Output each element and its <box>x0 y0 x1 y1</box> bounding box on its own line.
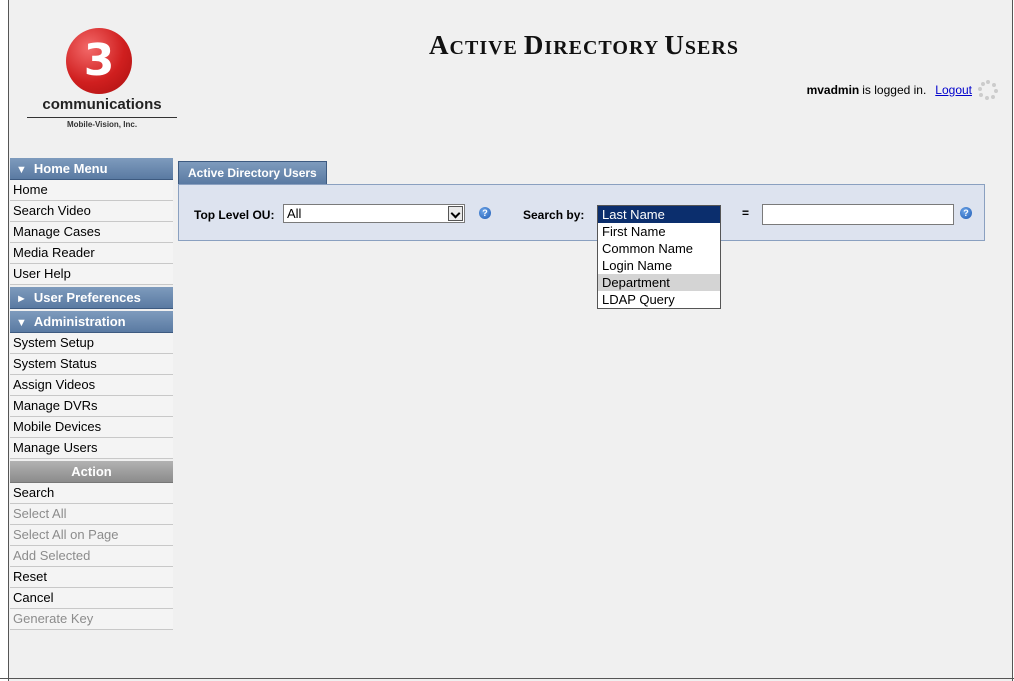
logo-company-name: communications <box>42 96 162 113</box>
equals-sign: = <box>742 206 750 220</box>
home-menu-label: Home Menu <box>33 161 108 176</box>
collapse-triangle-icon: ▼ <box>16 317 27 329</box>
search-by-option-department[interactable]: Department <box>598 274 720 291</box>
home-menu-items: Home Search Video Manage Cases Media Reader… <box>10 180 173 285</box>
title-part-big: U <box>664 30 685 60</box>
action-item-select-all-on-page: Select All on Page <box>10 525 173 546</box>
action-menu-items: Search Select All Select All on Page Add Se… <box>10 483 173 630</box>
title-part-small: SERS <box>684 37 739 59</box>
search-by-option-ldap-query[interactable]: LDAP Query <box>598 291 720 308</box>
action-item-add-selected: Add Selected <box>10 546 173 567</box>
search-by-option-common-name[interactable]: Common Name <box>598 240 720 257</box>
search-by-option-last-name[interactable]: Last Name <box>598 206 720 223</box>
sidebar-item-mobile-devices[interactable]: Mobile Devices <box>10 417 173 438</box>
search-by-option-login-name[interactable]: Login Name <box>598 257 720 274</box>
action-item-search[interactable]: Search <box>10 483 173 504</box>
chevron-down-icon[interactable] <box>448 206 463 221</box>
sidebar-item-system-status[interactable]: System Status <box>10 354 173 375</box>
top-level-ou-label: Top Level OU: <box>194 208 275 222</box>
administration-header[interactable]: ▼ Administration <box>10 311 173 333</box>
logo-divider <box>27 117 177 118</box>
sidebar-item-system-setup[interactable]: System Setup <box>10 333 173 354</box>
search-panel: Top Level OU: All ? Search by: = ? <box>178 184 985 241</box>
app-frame: 3 communications Mobile-Vision, Inc. ACT… <box>8 0 1013 681</box>
sidebar-item-media-reader[interactable]: Media Reader <box>10 243 173 264</box>
company-logo: 3 communications Mobile-Vision, Inc. <box>27 28 177 146</box>
title-part-big: D <box>523 30 545 60</box>
search-by-label: Search by: <box>523 208 585 222</box>
administration-menu-items: System Setup System Status Assign Videos Ma… <box>10 333 173 459</box>
search-by-option-first-name[interactable]: First Name <box>598 223 720 240</box>
logo-mark-text: 3 <box>83 35 115 86</box>
action-item-select-all: Select All <box>10 504 173 525</box>
collapse-triangle-icon: ▼ <box>16 164 27 176</box>
expand-triangle-icon: ► <box>16 293 27 305</box>
login-status: mvadmin is logged in. Logout <box>807 80 998 100</box>
tab-active-directory-users[interactable]: Active Directory Users <box>178 161 327 184</box>
search-value-input[interactable] <box>762 204 954 225</box>
title-part-big: A <box>429 30 450 60</box>
help-icon[interactable]: ? <box>479 207 491 219</box>
top-level-ou-value: All <box>287 206 302 221</box>
action-item-cancel[interactable]: Cancel <box>10 588 173 609</box>
sidebar-item-search-video[interactable]: Search Video <box>10 201 173 222</box>
title-part-small: IRECTORY <box>544 37 665 59</box>
logo-subtitle: Mobile-Vision, Inc. <box>66 120 138 129</box>
bottom-border <box>0 678 1014 679</box>
sidebar-item-manage-dvrs[interactable]: Manage DVRs <box>10 396 173 417</box>
title-part-small: CTIVE <box>449 37 524 59</box>
administration-label: Administration <box>33 314 126 329</box>
action-item-reset[interactable]: Reset <box>10 567 173 588</box>
home-menu-header[interactable]: ▼ Home Menu <box>10 158 173 180</box>
logged-in-user: mvadmin <box>806 83 860 97</box>
logged-in-text: is logged in. <box>862 83 927 97</box>
sidebar-item-assign-videos[interactable]: Assign Videos <box>10 375 173 396</box>
loading-spinner-icon <box>978 80 998 100</box>
logout-link[interactable]: Logout <box>935 83 972 97</box>
help-icon[interactable]: ? <box>960 207 972 219</box>
logo-mark: 3 <box>66 28 132 94</box>
sidebar-item-user-help[interactable]: User Help <box>10 264 173 285</box>
page-title: ACTIVE DIRECTORY USERS <box>364 30 804 61</box>
sidebar-item-home[interactable]: Home <box>10 180 173 201</box>
sidebar: ▼ Home Menu Home Search Video Manage Cases M… <box>10 158 173 630</box>
user-preferences-label: User Preferences <box>33 290 141 305</box>
action-item-generate-key: Generate Key <box>10 609 173 630</box>
top-level-ou-select[interactable]: All <box>283 204 465 223</box>
action-header: Action <box>10 461 173 483</box>
search-by-dropdown[interactable]: Last Name First Name Common Name Login Name… <box>597 205 721 309</box>
sidebar-item-manage-cases[interactable]: Manage Cases <box>10 222 173 243</box>
sidebar-item-manage-users[interactable]: Manage Users <box>10 438 173 459</box>
user-preferences-header[interactable]: ► User Preferences <box>10 287 173 309</box>
